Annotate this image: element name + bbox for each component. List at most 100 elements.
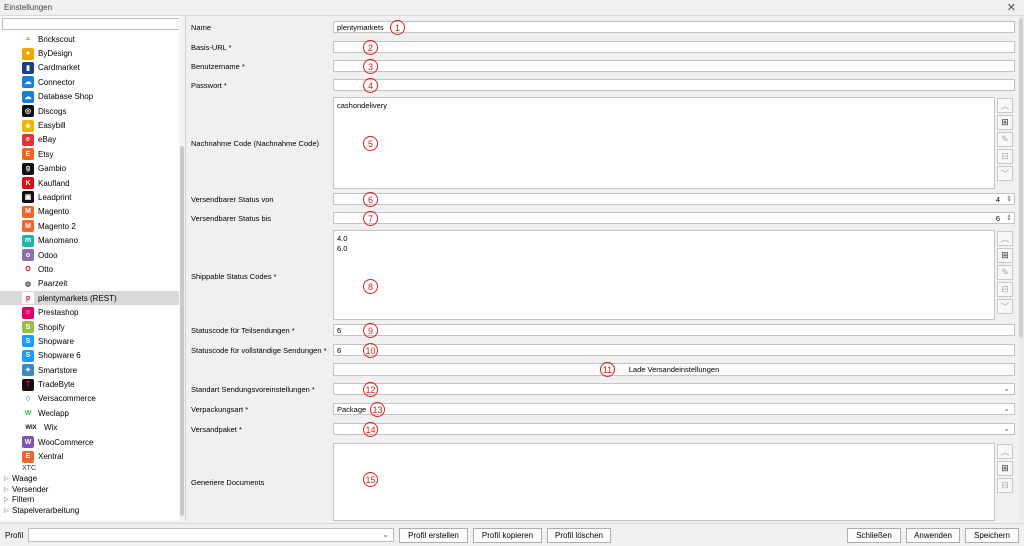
remove-icon[interactable]: ⊟ [997,282,1013,297]
remove-icon[interactable]: ⊟ [997,478,1013,493]
sidebar: ≈ Brickscout ● ByDesign ▮ Cardmarket ☁ Connecto… [0,16,186,521]
move-up-icon[interactable]: ︿ [997,98,1013,113]
sidebar-item[interactable]: W Weclapp [0,406,180,420]
sidebar-item[interactable]: ☁ Connector [0,75,180,89]
sidebar-item[interactable]: O Otto [0,262,180,276]
sidebar-item[interactable]: ▮ Cardmarket [0,61,180,75]
move-up-icon[interactable]: ︿ [997,231,1013,246]
status-to-spinbox[interactable]: 6 ⇕ [333,212,1015,224]
sidebar-item[interactable]: ≈ Brickscout [0,32,180,46]
add-icon[interactable]: ⊞ [997,115,1013,130]
add-icon[interactable]: ⊞ [997,461,1013,476]
sidebar-item-xtc[interactable]: XTC [0,464,180,474]
sidebar-item[interactable]: K Kaufland [0,176,180,190]
chevron-down-icon[interactable]: ⌄ [382,530,389,539]
sidebar-item[interactable]: S Shopify [0,320,180,334]
default-shipping-select[interactable]: ⌄ [333,383,1015,395]
edit-icon[interactable]: ✎ [997,265,1013,280]
parcel-select[interactable]: ⌄ [333,423,1015,435]
shippable-codes-list[interactable]: 4.0 6.0 [333,230,995,320]
sidebar-item[interactable]: ✦ Smartstore [0,363,180,377]
marker-4: 4 [363,78,378,93]
brickscout-icon: ≈ [22,33,34,46]
sidebar-scrollbar[interactable] [179,16,185,521]
sidebar-item[interactable]: e eBay [0,133,180,147]
username-input[interactable] [333,60,1015,72]
add-icon[interactable]: ⊞ [997,248,1013,263]
chevron-right-icon[interactable]: ▷ [4,507,10,514]
status-from-spinbox[interactable]: 4 ⇕ [333,193,1015,205]
sidebar-item[interactable]: S Shopware [0,334,180,348]
move-down-icon[interactable]: ﹀ [997,299,1013,314]
sidebar-item[interactable]: o Odoo [0,248,180,262]
tradebyte-icon: T [22,378,34,391]
sidebar-item[interactable]: ★ Easybill [0,118,180,132]
window-title: Einstellungen [4,3,53,12]
save-button[interactable]: Speichern [965,528,1019,543]
sidebar-search-input[interactable] [2,18,184,30]
sidebar-group[interactable]: ▷ Waage [0,474,180,485]
form-scrollbar[interactable] [1018,16,1024,521]
chevron-right-icon[interactable]: ▷ [4,486,10,493]
sidebar-item[interactable]: M Magento 2 [0,219,180,233]
spin-arrows-icon[interactable]: ⇕ [1006,195,1012,204]
close-button[interactable]: Schließen [847,528,901,543]
delete-profile-button[interactable]: Profil löschen [547,528,611,543]
form-scroll-thumb[interactable] [1019,18,1023,338]
sidebar-item[interactable]: g Gambio [0,162,180,176]
move-down-icon[interactable]: ﹀ [997,166,1013,181]
sidebar-item[interactable]: ▣ Leadprint [0,190,180,204]
load-shipping-settings-button[interactable]: Lade Versandeinstellungen [333,363,1015,376]
chevron-down-icon[interactable]: ⌄ [1003,404,1010,413]
cod-code-list[interactable]: cashondelivery [333,97,995,189]
password-input[interactable] [333,79,1015,91]
sidebar-item[interactable]: WIX Wix [0,421,180,435]
sidebar-item[interactable]: ◍ Paarzeit [0,277,180,291]
documents-list[interactable] [333,443,995,521]
sidebar-item[interactable]: ◎ Discogs [0,104,180,118]
chevron-right-icon[interactable]: ▷ [4,496,10,503]
sidebar-item[interactable]: T TradeByte [0,377,180,391]
edit-icon[interactable]: ✎ [997,132,1013,147]
sidebar-item[interactable]: M Magento [0,205,180,219]
sidebar-item[interactable]: ☁ Database Shop [0,90,180,104]
sidebar-item[interactable]: m Manomano [0,233,180,247]
spin-arrows-icon[interactable]: ⇕ [1006,214,1012,223]
sidebar-item[interactable]: E Xentral [0,449,180,463]
sidebar-item[interactable]: ☺ Prestashop [0,305,180,319]
sidebar-group[interactable]: ▷ Versender [0,484,180,495]
sidebar-group[interactable]: ▷ Filtern [0,495,180,506]
chevron-down-icon[interactable]: ⌄ [1003,424,1010,433]
sidebar-item[interactable]: E Etsy [0,147,180,161]
complete-code-input[interactable]: 6 [333,344,1015,356]
marker-11: 11 [600,362,615,377]
shippable-code-item[interactable]: 4.0 [337,234,991,244]
partial-code-input[interactable]: 6 [333,324,1015,336]
ebay-icon: e [22,133,34,146]
sidebar-group[interactable]: ▷ Stapelverarbeitung [0,505,180,516]
shippable-code-item[interactable]: 6.0 [337,244,991,254]
sidebar-item[interactable]: S Shopware 6 [0,349,180,363]
sidebar-item-label: Otto [38,264,54,274]
create-profile-button[interactable]: Profil erstellen [399,528,468,543]
cod-code-item[interactable]: cashondelivery [337,101,991,111]
close-icon[interactable]: ✕ [1007,1,1016,14]
marker-15: 15 [363,472,378,487]
remove-icon[interactable]: ⊟ [997,149,1013,164]
sidebar-item[interactable]: ♢ Versacommerce [0,392,180,406]
sidebar-item[interactable]: W WooCommerce [0,435,180,449]
sidebar-item[interactable]: p plentymarkets (REST) [0,291,180,306]
chevron-right-icon[interactable]: ▷ [4,475,10,482]
name-input[interactable]: plentymarkets [333,21,1015,33]
chevron-down-icon[interactable]: ⌄ [1003,384,1010,393]
apply-button[interactable]: Anwenden [906,528,960,543]
packaging-label: Verpackungsart * [191,405,249,414]
sidebar-item[interactable]: ● ByDesign [0,46,180,60]
base-url-input[interactable] [333,41,1015,53]
copy-profile-button[interactable]: Profil kopieren [473,528,542,543]
move-up-icon[interactable]: ︿ [997,444,1013,459]
packaging-select[interactable]: Package ⌄ [333,403,1015,415]
profile-select[interactable]: ⌄ [28,528,394,542]
sidebar-item-label: Paarzeit [38,279,68,289]
sidebar-scroll-thumb[interactable] [180,146,184,516]
